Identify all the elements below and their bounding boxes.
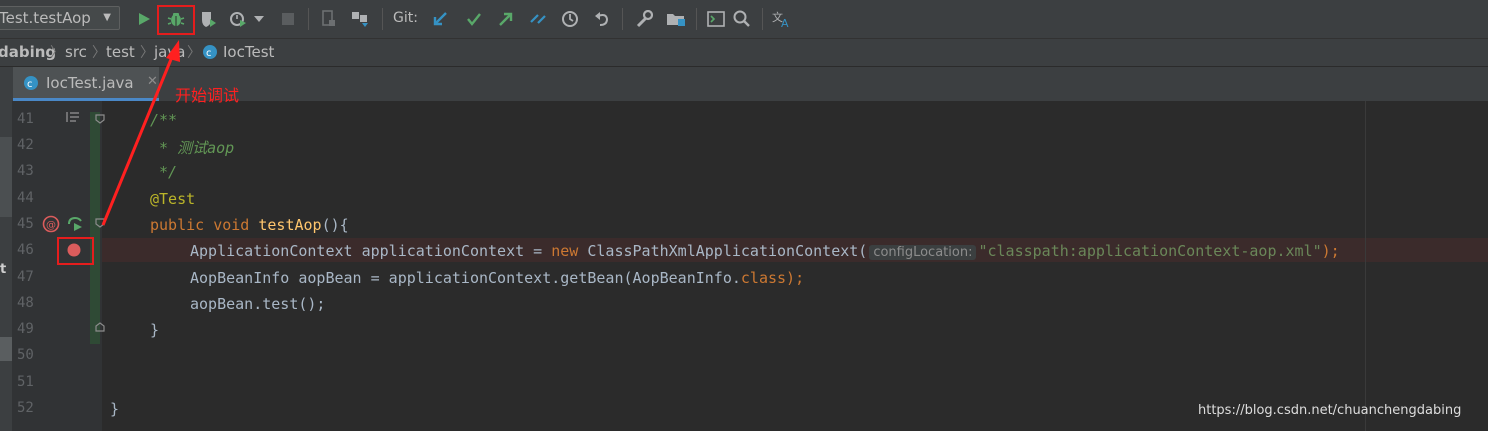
annotation-arrow [101,40,180,226]
watermark: https://blog.csdn.net/chuanchengdabing [1198,403,1462,418]
annotation-label: 开始调试 [175,86,240,105]
